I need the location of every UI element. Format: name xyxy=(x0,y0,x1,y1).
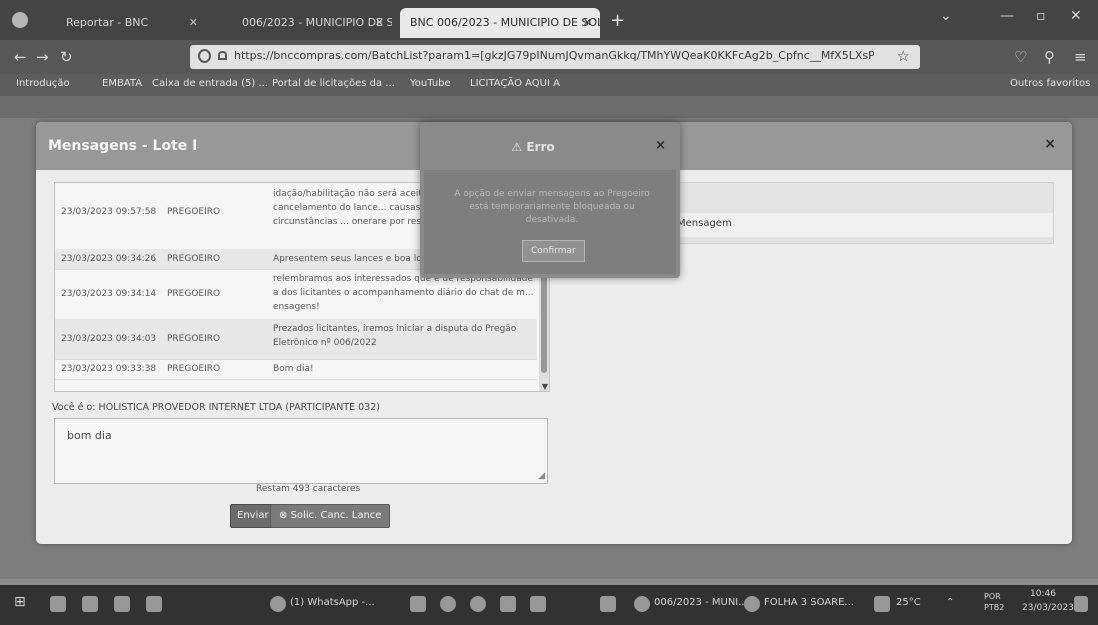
app-icon[interactable] xyxy=(410,596,426,612)
message-input-text[interactable]: bom dia xyxy=(67,429,112,442)
request-cancel-bid-button[interactable]: ⊗ Solic. Canc. Lance xyxy=(270,504,391,528)
url-text[interactable]: https://bnccompras.com/BatchList?param1=… xyxy=(234,49,874,62)
tab-close-icon[interactable]: ✕ xyxy=(583,8,592,38)
language-indicator[interactable]: POR PTB2 xyxy=(984,591,1012,613)
tab-municipio-1[interactable]: 006/2023 - MUNICIPIO DE SOL ✕ xyxy=(232,8,392,38)
windows-taskbar: ⊞ (1) WhatsApp -... 006/2023 - MUNI... F… xyxy=(0,585,1098,625)
bookmark-item[interactable]: Caixa de entrada (5) ... xyxy=(152,78,268,89)
message-text: Prezados licitantes, iremos iniciar a di… xyxy=(273,324,517,348)
message-text: relembramos aos interessados que é de re… xyxy=(273,274,534,312)
bookmark-item[interactable]: YouTube xyxy=(410,78,451,89)
message-date: 23/03/2023 09:34:26 xyxy=(61,254,157,264)
lock-icon[interactable] xyxy=(218,51,227,60)
dialog-title: Mensagens - Lote I xyxy=(48,138,198,154)
participant-label: Você é o: HOLISTICA PROVEDOR INTERNET LT… xyxy=(52,402,380,413)
bookmark-item[interactable]: EMBATA xyxy=(102,78,142,89)
error-title: ⚠ Erro xyxy=(511,140,555,154)
app-icon[interactable] xyxy=(600,596,616,612)
message-author: PREGOEIRO xyxy=(167,289,221,299)
message-author: PREGOEIRO xyxy=(167,334,221,344)
message-author: PREGOEIRO xyxy=(167,364,221,374)
message-date: 23/03/2023 09:57:58 xyxy=(61,207,157,217)
close-icon[interactable]: × xyxy=(655,138,666,153)
bookmark-folder[interactable]: Outros favoritos xyxy=(1010,78,1090,89)
bookmark-item[interactable]: LICITAÇÃO AQUI A xyxy=(470,78,560,89)
whatsapp-icon[interactable] xyxy=(270,596,286,612)
tab-reportar[interactable]: Reportar - BNC ✕ xyxy=(56,8,206,38)
app-icon[interactable] xyxy=(470,596,486,612)
tab-municipio-active[interactable]: BNC 006/2023 - MUNICIPIO DE SOL ✕ xyxy=(400,8,600,38)
menu-icon[interactable]: ≡ xyxy=(1074,48,1087,66)
error-dialog-body: A opção de enviar mensagens ao Pregoeiro… xyxy=(424,170,676,274)
new-tab-button[interactable]: + xyxy=(610,10,625,31)
bookmarks-bar: Introdução EMBATA Caixa de entrada (5) .… xyxy=(0,74,1098,96)
message-row: 23/03/2023 09:33:38 PREGOEIRO Bom dia! xyxy=(55,359,537,380)
bookmark-item[interactable]: Portal de licitações da ... xyxy=(272,78,395,89)
file-explorer-icon[interactable] xyxy=(82,596,98,612)
bookmark-item[interactable]: Introdução xyxy=(16,78,70,89)
error-dialog-header: ⚠ Erro × xyxy=(420,122,680,168)
taskbar-firefox-window[interactable]: 006/2023 - MUNI... xyxy=(654,597,748,608)
page-header-strip xyxy=(0,96,1098,118)
chevron-down-icon[interactable]: ⌄ xyxy=(940,8,952,24)
app-icon[interactable] xyxy=(146,596,162,612)
firefox-icon[interactable] xyxy=(12,12,28,28)
cancel-circle-icon: ⊗ xyxy=(279,510,288,521)
app-icon[interactable] xyxy=(114,596,130,612)
error-message: A opção de enviar mensagens ao Pregoeiro… xyxy=(454,189,650,225)
tab-close-icon[interactable]: ✕ xyxy=(189,8,198,38)
address-bar[interactable]: https://bnccompras.com/BatchList?param1=… xyxy=(190,45,920,69)
close-icon[interactable]: × xyxy=(1044,136,1056,152)
message-row: 23/03/2023 09:34:03 PREGOEIRO Prezados l… xyxy=(55,319,537,360)
maximize-icon[interactable]: ▫ xyxy=(1036,8,1046,24)
remaining-characters: Restam 493 caracteres xyxy=(256,484,361,494)
detail-label: Mensagem xyxy=(677,218,732,229)
clock-date[interactable]: 23/03/2023 xyxy=(1022,603,1074,613)
confirm-button[interactable]: Confirmar xyxy=(522,240,585,262)
app-icon[interactable] xyxy=(500,596,516,612)
send-button[interactable]: Enviar xyxy=(230,504,276,528)
forward-arrow-icon[interactable]: → xyxy=(36,48,49,66)
message-date: 23/03/2023 09:34:14 xyxy=(61,289,157,299)
firefox-icon[interactable] xyxy=(634,596,650,612)
taskbar-whatsapp[interactable]: (1) WhatsApp -... xyxy=(290,597,375,608)
browser-tab-bar: Reportar - BNC ✕ 006/2023 - MUNICIPIO DE… xyxy=(0,0,1098,40)
app-icon[interactable] xyxy=(530,596,546,612)
message-author: PREGOEIRO xyxy=(167,254,221,264)
task-view-icon[interactable] xyxy=(50,596,66,612)
chrome-icon[interactable] xyxy=(440,596,456,612)
taskbar-folha-window[interactable]: FOLHA 3 SOARE... xyxy=(764,597,854,608)
chrome-icon[interactable] xyxy=(744,596,760,612)
reload-icon[interactable]: ↻ xyxy=(60,48,73,66)
resize-handle-icon[interactable]: ◢ xyxy=(538,471,545,481)
message-text: Bom dia! xyxy=(273,364,314,374)
minimize-icon[interactable]: — xyxy=(1000,8,1014,24)
close-window-icon[interactable]: ✕ xyxy=(1070,8,1082,24)
back-arrow-icon[interactable]: ← xyxy=(14,48,27,66)
request-cancel-bid-label: Solic. Canc. Lance xyxy=(290,510,382,521)
message-date: 23/03/2023 09:33:38 xyxy=(61,364,157,374)
shield-icon[interactable] xyxy=(198,49,211,63)
navigation-bar: ← → ↻ https://bnccompras.com/BatchList?p… xyxy=(0,40,1098,74)
clock-time[interactable]: 10:46 xyxy=(1030,589,1056,599)
tab-label: BNC 006/2023 - MUNICIPIO DE SOL xyxy=(410,16,600,29)
message-input[interactable]: bom dia ◢ xyxy=(54,418,548,484)
scroll-down-icon[interactable]: ▼ xyxy=(542,382,548,391)
tab-label: 006/2023 - MUNICIPIO DE SOL xyxy=(242,16,392,29)
windows-start-icon[interactable]: ⊞ xyxy=(14,594,26,610)
notifications-icon[interactable] xyxy=(1074,596,1088,612)
error-dialog: ⚠ Erro × A opção de enviar mensagens ao … xyxy=(420,122,680,278)
tab-close-icon[interactable]: ✕ xyxy=(375,8,384,38)
tab-label: Reportar - BNC xyxy=(66,16,149,29)
bookmark-star-icon[interactable]: ☆ xyxy=(897,47,910,65)
extensions-icon[interactable]: ⚲ xyxy=(1044,48,1055,66)
weather-icon[interactable] xyxy=(874,596,890,612)
chevron-up-icon[interactable]: ⌃ xyxy=(946,597,954,608)
weather-temperature[interactable]: 25°C xyxy=(896,597,921,608)
message-author: PREGOEIRO xyxy=(167,207,221,217)
pocket-icon[interactable]: ♡ xyxy=(1014,48,1027,66)
message-date: 23/03/2023 09:34:03 xyxy=(61,334,157,344)
